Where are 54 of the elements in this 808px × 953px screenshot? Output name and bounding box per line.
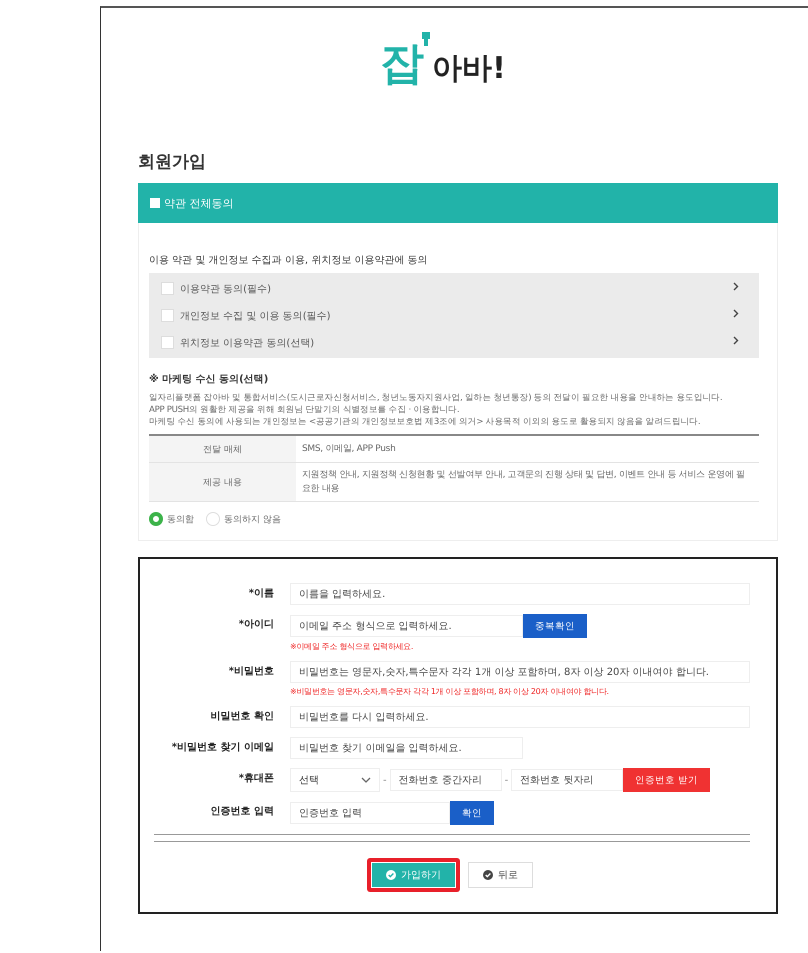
action-button[interactable]: 뒤로 bbox=[468, 862, 533, 888]
table-header: 전달 매체 bbox=[149, 435, 296, 462]
radio-label: 동의하지 않음 bbox=[224, 514, 281, 526]
checkbox[interactable] bbox=[150, 198, 160, 208]
field-label: *아이디 bbox=[238, 618, 275, 632]
input-field[interactable]: 이메일 주소 형식으로 입력하세요. bbox=[290, 615, 523, 637]
chevron-right-icon[interactable] bbox=[733, 282, 739, 291]
checkbox[interactable] bbox=[161, 309, 174, 322]
radio-button[interactable] bbox=[149, 512, 163, 526]
marketing-text: APP PUSH의 원활한 제공을 위해 회원님 단말기의 식별정보를 수집 · 이용합니다. bbox=[149, 404, 460, 416]
logo-accent: 잡 bbox=[380, 42, 424, 86]
agree-all-label: 약관 전체동의 bbox=[164, 196, 234, 210]
table-cell: SMS, 이메일, APP Push bbox=[296, 435, 759, 462]
input-field[interactable]: 전화번호 중간자리 bbox=[390, 769, 502, 791]
field-label: 비밀번호 확인 bbox=[210, 710, 275, 724]
term-label: 이용약관 동의(필수) bbox=[180, 282, 272, 296]
check-circle-icon bbox=[386, 870, 396, 880]
error-message: ※이메일 주소 형식으로 입력하세요. bbox=[290, 641, 414, 652]
input-field[interactable]: 전화번호 뒷자리 bbox=[511, 769, 624, 791]
input-field[interactable]: 비밀번호 찾기 이메일을 입력하세요. bbox=[290, 737, 523, 759]
table-cell: 지원정책 안내, 지원정책 신청현황 및 선발여부 안내, 고객문의 진행 상태 및 답변, 이벤트 안내 등 서비스 운영에 필요한 내용 bbox=[296, 462, 759, 502]
marketing-heading: ※ 마케팅 수신 동의(선택) bbox=[149, 372, 270, 386]
field-label: *휴대폰 bbox=[238, 772, 275, 786]
fist-icon bbox=[420, 30, 432, 46]
field-label: 인증번호 입력 bbox=[210, 805, 275, 819]
check-circle-icon bbox=[483, 870, 493, 880]
check-button[interactable]: 중복확인 bbox=[523, 614, 587, 638]
term-label: 위치정보 이용약관 동의(선택) bbox=[180, 336, 316, 350]
terms-intro: 이용 약관 및 개인정보 수집과 이용, 위치정보 이용약관에 동의 bbox=[149, 254, 429, 267]
marketing-text: 일자리플랫폼 잡아바 및 통합서비스(도시근로자신청서비스, 청년노동자지원사업, 일하는 청년통장) 등의 전달이 필요한 내용을 안내하는 용도입니다. bbox=[149, 392, 724, 404]
checkbox[interactable] bbox=[161, 336, 174, 349]
separator-text: - bbox=[382, 774, 388, 786]
page-title: 회원가입 bbox=[138, 151, 207, 173]
input-field[interactable]: 비밀번호는 영문자,숫자,특수문자 각각 1개 이상 포함하며, 8자 이상 20자 이내여야 합니다. bbox=[290, 661, 750, 683]
error-message: ※비밀번호는 영문자,숫자,특수문자 각각 1개 이상 포함하며, 8자 이상 20자 이내여야 합니다. bbox=[290, 686, 610, 697]
chevron-right-icon[interactable] bbox=[733, 309, 739, 318]
send-code-button[interactable]: 인증번호 받기 bbox=[623, 768, 710, 792]
select-field[interactable]: 선택 bbox=[290, 768, 380, 792]
term-label: 개인정보 수집 및 이용 동의(필수) bbox=[180, 310, 332, 322]
chevron-down-icon bbox=[361, 777, 371, 783]
field-label: *비밀번호 bbox=[228, 665, 275, 679]
table-header: 제공 내용 bbox=[149, 462, 296, 502]
input-field[interactable]: 인증번호 입력 bbox=[290, 802, 450, 824]
radio-label: 동의함 bbox=[167, 514, 194, 526]
marketing-text: 마케팅 수신 동의에 사용되는 개인정보는 <공공기관의 개인정보보호법 제3조에 의거> 사용목적 이외의 용도로 활용되지 않음을 알려드립니다. bbox=[149, 416, 702, 428]
field-label: *비밀번호 찾기 이메일 bbox=[170, 741, 275, 755]
logo-text: 아바! bbox=[432, 54, 506, 84]
field-label: *이름 bbox=[248, 587, 275, 601]
input-field[interactable]: 비밀번호를 다시 입력하세요. bbox=[290, 706, 750, 728]
chevron-right-icon[interactable] bbox=[733, 336, 739, 345]
checkbox[interactable] bbox=[161, 282, 174, 295]
input-field[interactable]: 이름을 입력하세요. bbox=[290, 583, 750, 605]
separator-text: - bbox=[504, 774, 510, 786]
confirm-button[interactable]: 확인 bbox=[450, 801, 494, 825]
